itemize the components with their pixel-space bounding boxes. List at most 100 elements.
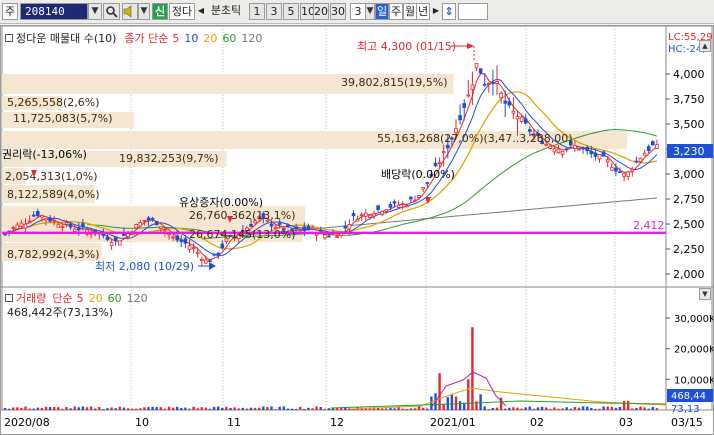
volume-bar-down (155, 407, 158, 410)
volume-bar-up (323, 408, 326, 410)
candle-down (458, 115, 462, 121)
period-5[interactable]: 5 (283, 3, 299, 20)
scroll-up-icon[interactable]: ▲ (699, 40, 711, 52)
volume-bar-up (299, 406, 302, 410)
volume-bar-down (48, 406, 52, 410)
volume-bar-down (278, 406, 281, 410)
candle-up (630, 169, 635, 172)
volume-bar-up (422, 407, 425, 410)
volume-bar-down (504, 408, 507, 410)
candle-down (445, 144, 450, 149)
il-button[interactable]: 일 (375, 3, 389, 20)
candle-up (355, 218, 360, 222)
volume-bar-up (577, 407, 581, 410)
candle-down (208, 260, 212, 262)
blank-input[interactable] (458, 3, 488, 20)
market-select[interactable]: 주 (2, 3, 18, 20)
candle-up (134, 224, 139, 229)
count-dropdown-icon[interactable]: ▼ (365, 3, 375, 20)
period-20[interactable]: 20 (313, 3, 329, 20)
volume-profile-label: 19,832,253(9,7%) (119, 152, 219, 165)
candle-down (36, 211, 40, 217)
candle-up (163, 229, 167, 232)
nyeon-button[interactable]: 년 (416, 3, 430, 20)
candle-up (404, 205, 409, 208)
candle-down (220, 243, 225, 249)
candle-down (302, 226, 307, 232)
volume-bar-up (520, 408, 523, 410)
candle-up (441, 151, 446, 154)
volume-bar-up (192, 406, 195, 410)
vol-ma120-label: 120 (126, 292, 148, 305)
x-axis-label: 02 (530, 416, 544, 429)
volume-bar-down (491, 407, 495, 410)
period-1[interactable]: 1 (249, 3, 265, 20)
volume-bar-up (188, 408, 191, 410)
count-input[interactable]: 3 (350, 3, 366, 20)
volume-bar-up (495, 407, 499, 410)
candle-down (462, 103, 466, 108)
candle-down (105, 236, 110, 241)
volume-bar-down (208, 408, 212, 410)
volume-bar-down (212, 406, 216, 410)
bunchotick-button[interactable]: 분초틱 (205, 3, 247, 20)
volume-bar-up (28, 408, 31, 410)
volume-bar-up (561, 408, 564, 410)
candle-up (11, 227, 16, 229)
speaker-icon[interactable] (122, 3, 138, 20)
volume-bar-down (446, 397, 449, 410)
candle-up (142, 219, 147, 222)
speaker-dropdown-icon[interactable]: ▼ (138, 3, 150, 20)
candle-down (318, 229, 323, 232)
candle-up (322, 234, 327, 239)
shin-button[interactable]: 신 (152, 3, 168, 20)
candle-up (347, 224, 352, 230)
volume-bar-up (12, 407, 15, 410)
left-arrow-icon[interactable]: ◀ (197, 3, 205, 20)
volume-bar-up (130, 408, 134, 410)
ju-button[interactable]: 주 (389, 3, 403, 20)
stock-chart[interactable]: 4,0003,7503,5003,2503,0002,7502,5002,250… (1, 26, 713, 434)
updown-icon[interactable]: ⇕ (442, 3, 456, 20)
volume-profile-label: 8,782,992(4,3%) (7, 248, 100, 261)
volume-bar-up (516, 407, 519, 410)
volume-bar-up (65, 407, 68, 410)
candle-down (81, 223, 85, 228)
volume-profile-label: 26,674,145(13,0%) (189, 228, 296, 241)
volume-bar-down (536, 407, 540, 410)
volume-bar-up (413, 408, 417, 410)
volume-bar-down (393, 408, 396, 410)
right-arrow-icon[interactable]: ▶ (431, 3, 441, 20)
volume-bar-up (311, 408, 314, 410)
candle-down (491, 81, 495, 84)
candle-down (585, 146, 589, 152)
x-axis-label: 03/15 (671, 416, 703, 429)
volume-bar-down (483, 406, 486, 410)
volume-bar-up (167, 406, 171, 410)
candle-down (68, 223, 73, 228)
volume-bar-down (319, 406, 322, 410)
candle-up (359, 213, 364, 216)
candle-up (605, 159, 610, 163)
volume-bar-down (102, 409, 105, 410)
volume-bar-down (94, 408, 97, 410)
candle-down (183, 238, 188, 244)
volume-bar-up (274, 408, 277, 410)
scroll-down-icon[interactable]: ▼ (699, 288, 711, 300)
candle-up (204, 259, 208, 264)
stock-code-input[interactable]: 208140 (20, 3, 88, 20)
stock-code-dropdown-icon[interactable]: ▼ (88, 3, 102, 20)
volume-bar-up (266, 407, 269, 410)
volume-bar-down (331, 408, 335, 410)
price-tick-label: 2,500 (673, 218, 705, 231)
candle-up (499, 92, 503, 99)
volume-legend-square (5, 294, 13, 302)
search-icon[interactable] (103, 3, 120, 20)
low-arrow-icon (209, 262, 216, 270)
candle-down (589, 151, 594, 155)
chart-window: 4,0003,7503,5003,2503,0002,7502,5002,250… (0, 25, 714, 435)
period-3[interactable]: 3 (266, 3, 282, 20)
jeongda-button[interactable]: 정다 (169, 3, 195, 20)
wol-button[interactable]: 월 (403, 3, 417, 20)
period-30[interactable]: 30 (330, 3, 346, 20)
